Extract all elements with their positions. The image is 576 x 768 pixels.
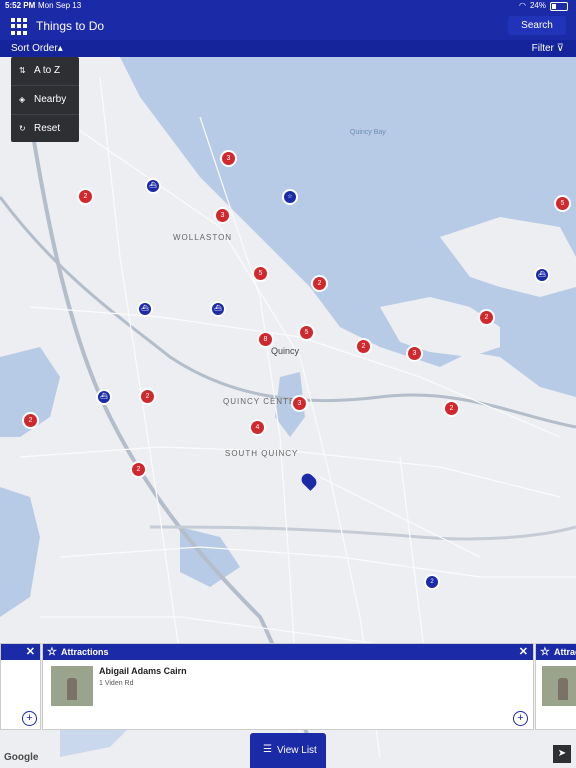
map-marker[interactable]: 3 [293,397,306,410]
map-marker[interactable]: 5 [300,326,313,339]
page-title: Things to Do [36,19,105,33]
battery-label: 24% [529,1,546,10]
google-logo: Google [4,752,39,763]
map-marker[interactable]: 5 [556,197,569,210]
map-marker[interactable]: 3 [222,152,235,165]
attraction-card[interactable]: ☆ Attractions ✕ Abigail Adams Cairn 1 Vi… [42,643,534,730]
view-list-label: View List [277,745,317,756]
sort-filter-bar: Sort Order▴ Filter ⊽ [0,40,576,57]
quincy-bay-label: Quincy Bay [350,129,386,136]
card-header: ☆ Attrac [536,644,576,660]
card-category: Attrac [554,647,576,657]
status-bar: 5:52 PM Mon Sep 13 ◠ 24% [0,0,576,12]
view-list-button[interactable]: ☰ View List [250,733,326,768]
map-marker[interactable]: 2 [24,414,37,427]
map-marker[interactable]: 4 [251,421,264,434]
navigation-arrow-icon[interactable]: ➤ [553,745,571,763]
map-marker[interactable]: 2 [141,390,154,403]
card-header: ☆ Attractions ✕ [43,644,533,660]
status-right: ◠ 24% [519,0,568,12]
close-icon[interactable]: ✕ [519,644,528,660]
map-marker[interactable]: 2 [480,311,493,324]
numbered-marker[interactable]: 2 [426,576,438,588]
sort-menu-label: Reset [34,123,61,134]
attraction-thumbnail [542,666,576,706]
card-header: ✕ [1,644,40,660]
card-category: Attractions [61,647,109,657]
sort-menu-item-nearby[interactable]: ◈ Nearby [11,86,79,115]
app-header: Things to Do Search [0,12,576,40]
sort-order-button[interactable]: Sort Order▴ [11,43,63,54]
sort-menu-item-a-to-z[interactable]: ⇅ A to Z [11,57,79,86]
map-marker[interactable]: 2 [132,463,145,476]
filter-icon: ⊽ [556,43,564,54]
sort-menu-item-reset[interactable]: ↻ Reset [11,115,79,143]
boat-marker-icon[interactable]: ⛴ [147,180,159,192]
map-marker[interactable]: 3 [216,209,229,222]
card-title[interactable]: Abigail Adams Cairn [99,666,187,676]
wifi-icon: ◠ [519,1,526,10]
attraction-card[interactable]: ☆ Attrac [535,643,576,730]
filter-button[interactable]: Filter ⊽ [532,43,564,54]
attraction-card[interactable]: ✕ + [0,643,41,730]
sort-menu: ⇅ A to Z ◈ Nearby ↻ Reset [11,57,79,142]
sort-order-label: Sort Order [11,43,58,54]
sort-icon: ⇅ [19,66,26,75]
search-button[interactable]: Search [508,16,566,35]
list-icon: ☰ [263,744,272,755]
map-marker[interactable]: 5 [254,267,267,280]
reset-icon: ↻ [19,124,26,133]
map-marker[interactable]: 2 [313,277,326,290]
star-icon: ☆ [540,646,550,658]
close-icon[interactable]: ✕ [26,644,35,660]
quincy-center-label: QUINCY CENTER [223,397,303,406]
boat-marker-icon[interactable]: ⛴ [212,303,224,315]
battery-icon [550,1,568,11]
caret-up-icon: ▴ [57,43,63,54]
app-grid-icon[interactable] [11,18,28,35]
map-marker[interactable]: 2 [79,190,92,203]
attraction-thumbnail [51,666,93,706]
star-icon: ☆ [47,646,57,658]
card-address: 1 Viden Rd [99,680,134,687]
add-icon[interactable]: + [513,711,528,726]
status-time: 5:52 PM [5,1,36,10]
map-marker[interactable]: 2 [357,340,370,353]
add-icon[interactable]: + [22,711,37,726]
sort-menu-label: A to Z [34,65,61,76]
map-marker[interactable]: 8 [259,333,272,346]
map-marker[interactable]: 3 [408,347,421,360]
boat-marker-icon[interactable]: ⛴ [98,391,110,403]
map-marker[interactable]: 2 [445,402,458,415]
wollaston-label: WOLLASTON [173,233,233,242]
filter-label: Filter [531,43,554,54]
boat-marker-icon[interactable]: ⛴ [139,303,151,315]
star-marker-icon[interactable]: ☆ [284,191,296,203]
sort-menu-label: Nearby [34,94,67,105]
quincy-label: Quincy [271,346,300,356]
south-quincy-label: SOUTH QUINCY [225,449,299,458]
status-date: Mon Sep 13 [38,1,82,10]
boat-marker-icon[interactable]: ⛴ [536,269,548,281]
location-icon: ◈ [19,95,26,104]
